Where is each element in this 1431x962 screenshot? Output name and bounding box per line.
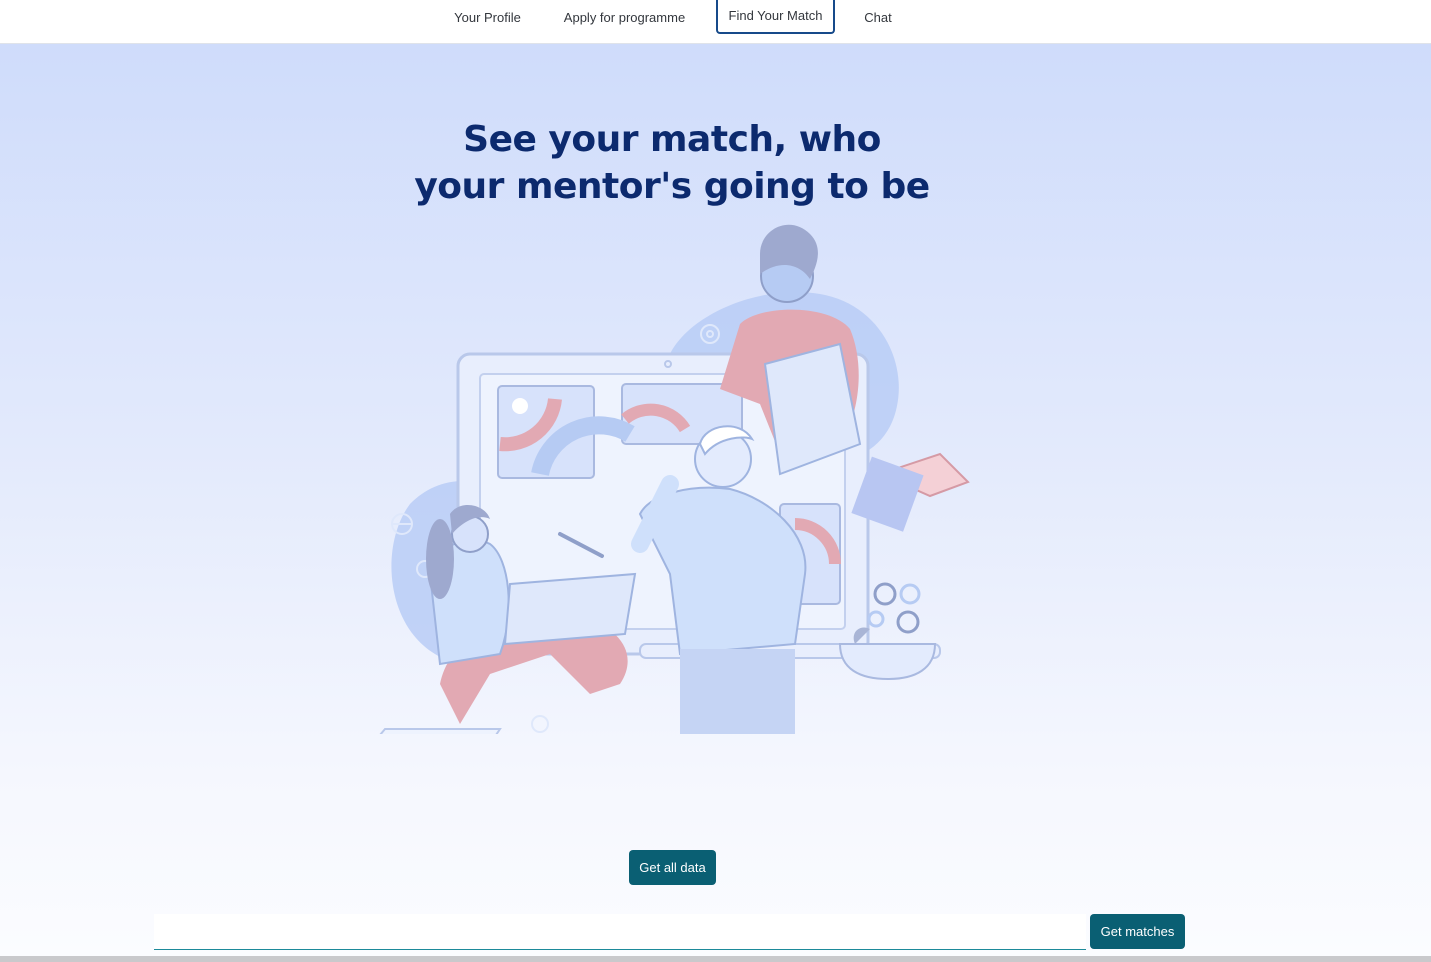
page-title-line-1: See your match, who (463, 119, 881, 160)
nav-chat[interactable]: Chat (853, 0, 903, 34)
hero-section: See your match, who your mentor's going … (0, 44, 1431, 956)
match-search-input[interactable] (154, 914, 1086, 950)
nav-find-your-match[interactable]: Find Your Match (716, 0, 835, 34)
mentoring-illustration (379, 224, 970, 734)
get-matches-button[interactable]: Get matches (1090, 914, 1185, 949)
nav-apply-for-programme[interactable]: Apply for programme (552, 0, 697, 34)
get-all-data-button[interactable]: Get all data (629, 850, 716, 885)
top-navigation: Your Profile Apply for programme Find Yo… (0, 0, 1431, 44)
page-title-line-2: your mentor's going to be (414, 166, 930, 207)
nav-your-profile[interactable]: Your Profile (443, 0, 532, 34)
notebook (379, 728, 502, 734)
page-title: See your match, who your mentor's going … (380, 116, 964, 210)
horizontal-scrollbar[interactable] (0, 956, 1431, 962)
